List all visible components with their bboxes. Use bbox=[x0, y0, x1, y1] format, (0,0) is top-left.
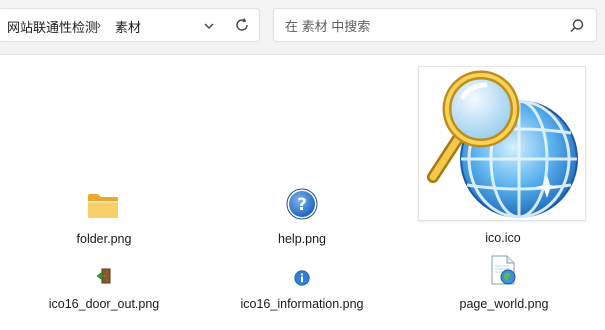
breadcrumb-item-current[interactable]: 素材 bbox=[115, 17, 141, 36]
file-name: ico16_information.png bbox=[240, 297, 364, 311]
address-bar[interactable]: 网站联通性检测 › 素材 bbox=[0, 8, 260, 42]
file-name: ico.ico bbox=[485, 231, 521, 245]
folder-icon bbox=[88, 194, 118, 218]
file-item-ico[interactable]: ico.ico bbox=[448, 222, 558, 245]
file-name: help.png bbox=[278, 232, 326, 246]
chevron-down-icon[interactable] bbox=[200, 17, 218, 35]
file-name: page_world.png bbox=[459, 297, 549, 311]
svg-text:?: ? bbox=[297, 195, 307, 215]
explorer-toolbar: 网站联通性检测 › 素材 bbox=[0, 0, 605, 55]
door-out-icon bbox=[96, 268, 111, 284]
file-item-door-out[interactable]: ico16_door_out.png bbox=[40, 268, 168, 318]
file-name: ico16_door_out.png bbox=[48, 297, 160, 311]
breadcrumb-separator: › bbox=[97, 18, 101, 32]
file-item-information[interactable]: ico16_information.png bbox=[232, 268, 372, 318]
search-input[interactable] bbox=[283, 16, 557, 36]
help-icon: ? bbox=[286, 188, 318, 220]
search-box[interactable] bbox=[273, 8, 597, 42]
breadcrumb-item-root[interactable]: 网站联通性检测 bbox=[7, 17, 98, 36]
file-item-help[interactable]: ? help.png bbox=[240, 188, 364, 248]
refresh-icon[interactable] bbox=[233, 16, 251, 34]
page-world-icon bbox=[491, 255, 516, 285]
file-thumbnail-ico[interactable] bbox=[418, 66, 586, 221]
file-item-page-world[interactable]: page_world.png bbox=[450, 254, 558, 316]
file-item-folder[interactable]: folder.png bbox=[54, 188, 154, 248]
file-name: folder.png bbox=[76, 232, 132, 246]
search-icon[interactable] bbox=[568, 17, 586, 35]
globe-magnifier-icon bbox=[427, 70, 578, 219]
information-icon bbox=[294, 270, 310, 286]
